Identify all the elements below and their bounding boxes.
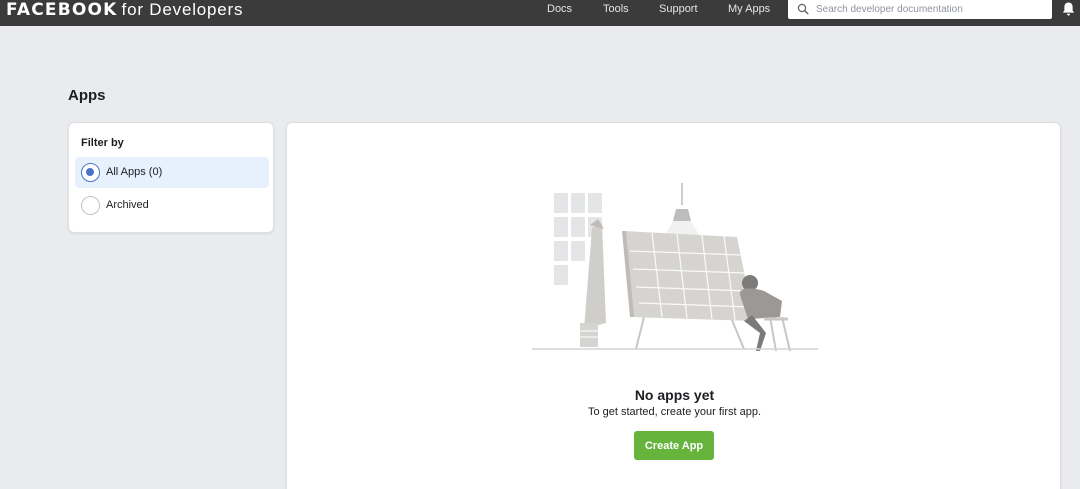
search-box[interactable] (788, 0, 1052, 19)
search-icon (797, 3, 809, 15)
nav-tools[interactable]: Tools (603, 0, 629, 18)
search-input[interactable] (816, 0, 1046, 19)
page-title: Apps (68, 87, 106, 104)
top-nav-bar: FACEBOOK for Developers Docs Tools Suppo… (0, 0, 1080, 26)
bell-icon[interactable] (1061, 1, 1076, 17)
nav-support[interactable]: Support (659, 0, 698, 18)
radio-selected-icon[interactable] (81, 163, 100, 182)
filter-panel: Filter by All Apps (0) Archived (68, 122, 274, 233)
empty-state-illustration (532, 183, 818, 352)
apps-content-panel: No apps yet To get started, create your … (286, 122, 1061, 489)
brand-logo[interactable]: FACEBOOK for Developers (6, 0, 243, 20)
empty-state-title: No apps yet (634, 387, 715, 403)
brand-wordmark: FACEBOOK (6, 0, 118, 20)
filter-option-label: Archived (106, 199, 149, 211)
filter-title: Filter by (81, 137, 124, 149)
nav-docs[interactable]: Docs (547, 0, 572, 18)
filter-option-archived[interactable]: Archived (75, 190, 269, 221)
radio-unselected-icon[interactable] (81, 196, 100, 215)
create-app-button[interactable]: Create App (634, 431, 714, 460)
brand-subtitle: for Developers (121, 0, 244, 19)
filter-option-label: All Apps (0) (106, 166, 163, 178)
empty-state-subtitle: To get started, create your first app. (587, 406, 762, 418)
nav-my-apps[interactable]: My Apps (728, 0, 770, 18)
filter-option-all-apps[interactable]: All Apps (0) (75, 157, 269, 188)
